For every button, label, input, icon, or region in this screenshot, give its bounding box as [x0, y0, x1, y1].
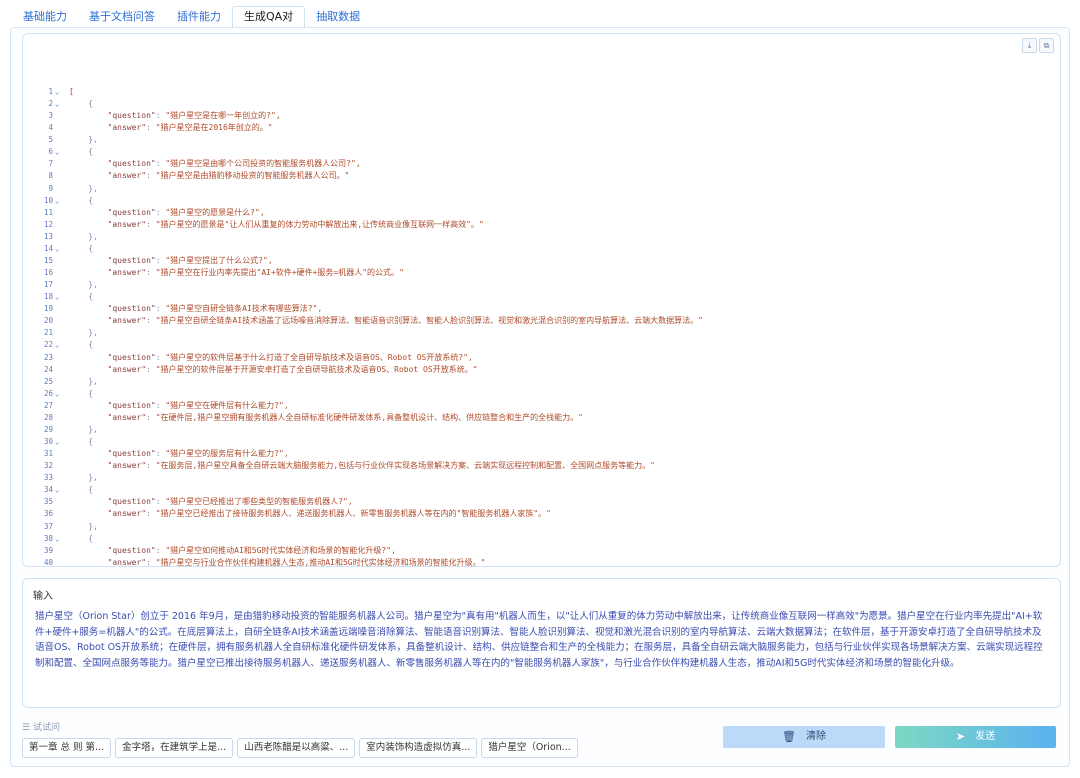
answer-value: 猎户星空是在2016年创立的。	[160, 123, 268, 133]
send-label: 发送	[975, 731, 996, 742]
question-value: 猎户星空的软件层基于什么打造了全自研导航技术及语音OS、Robot OS开放系统…	[170, 352, 464, 362]
send-icon: ➤	[955, 730, 966, 743]
line-number: 9	[48, 183, 53, 193]
line-number: 32	[43, 461, 53, 471]
line-number: 36	[43, 509, 53, 519]
line-number: 4	[48, 123, 53, 133]
line-number: 30	[43, 437, 53, 447]
answer-value: 猎户星空与行业合作伙伴构建机器人生态,推动AI和5G时代实体经济和场景的智能化升…	[160, 557, 481, 567]
fold-toggle-icon[interactable]: ⌄	[55, 484, 59, 496]
suggestion-chips: 第一章 总 则 第... 金字塔，在建筑学上是... 山西老陈醋是以高粱、... 室内…	[22, 738, 578, 758]
try-questions-label: ☰ 试试问	[22, 723, 60, 733]
question-value: 猎户星空的服务层有什么能力?	[170, 449, 279, 459]
answer-value: 猎户星空的软件层基于开源安卓打造了全自研导航技术及语音OS、Robot OS开放…	[160, 364, 473, 374]
line-number: 26	[43, 388, 53, 398]
line-number: 40	[43, 557, 53, 567]
line-number: 22	[43, 340, 53, 350]
question-value: 猎户星空提出了什么公式?	[170, 255, 263, 265]
tab-0[interactable]: 基础能力	[12, 6, 78, 28]
answer-value: 猎户星空在行业内率先提出"AI+软件+硬件+服务=机器人"的公式。	[160, 268, 400, 278]
fold-toggle-icon[interactable]: ⌄	[55, 195, 59, 207]
fold-toggle-icon[interactable]: ⌄	[55, 533, 59, 545]
line-number: 35	[43, 497, 53, 507]
answer-value: 猎户星空已经推出了接待服务机器人、递送服务机器人、新零售服务机器人等在内的"智能…	[160, 509, 547, 519]
fold-toggle-icon[interactable]: ⌄	[55, 339, 59, 351]
line-number: 33	[43, 473, 53, 483]
line-number: 28	[43, 412, 53, 422]
fold-toggle-icon[interactable]: ⌄	[55, 86, 59, 98]
fold-toggle-icon[interactable]: ⌄	[55, 243, 59, 255]
tab-bar: 基础能力 基于文档问答 插件能力 生成QA对 抽取数据	[12, 6, 371, 28]
question-value: 猎户星空自研全链条AI技术有哪些算法?	[170, 304, 313, 314]
line-number: 5	[48, 135, 53, 145]
answer-value: 猎户星空自研全链条AI技术涵盖了远场噪音消除算法、智能语音识别算法、智能人脸识别…	[160, 316, 699, 326]
line-number: 27	[43, 400, 53, 410]
line-number: 11	[43, 207, 53, 217]
fold-toggle-icon[interactable]: ⌄	[55, 291, 59, 303]
line-number: 19	[43, 304, 53, 314]
input-panel[interactable]: 输入 猎户星空（Orion Star）创立于 2016 年9月，是由猎豹移动投资…	[22, 578, 1061, 708]
copy-icon[interactable]: ⧉	[1039, 38, 1054, 53]
input-label: 输入	[33, 591, 53, 602]
line-number: 8	[48, 171, 53, 181]
question-value: 猎户星空是由哪个公司投资的智能服务机器人公司?	[170, 159, 351, 169]
line-number: 20	[43, 316, 53, 326]
try-label-text: 试试问	[32, 723, 60, 733]
fold-toggle-icon[interactable]: ⌄	[55, 146, 59, 158]
line-number: 13	[43, 231, 53, 241]
clear-button[interactable]: 🗑 清除	[723, 726, 885, 748]
tab-1[interactable]: 基于文档问答	[78, 6, 166, 28]
line-number: 16	[43, 268, 53, 278]
editor-toolbar: ⤓ ⧉	[1022, 38, 1054, 53]
line-number: 24	[43, 364, 53, 374]
answer-value: 在服务层,猎户星空具备全自研云端大脑服务能力,包括与行业伙伴实现各场景解决方案、…	[160, 461, 651, 471]
trash-icon: 🗑	[782, 730, 796, 743]
download-icon[interactable]: ⤓	[1022, 38, 1037, 53]
line-number: 17	[43, 280, 53, 290]
line-number: 1	[48, 87, 53, 96]
question-value: 猎户星空已经推出了哪些类型的智能服务机器人?	[170, 497, 343, 507]
fold-toggle-icon[interactable]: ⌄	[55, 388, 59, 400]
suggestion-chip[interactable]: 金字塔，在建筑学上是...	[115, 738, 234, 758]
suggestion-chip[interactable]: 山西老陈醋是以高粱、...	[237, 738, 356, 758]
line-number: 12	[43, 219, 53, 229]
line-number: 38	[43, 533, 53, 543]
line-number: 18	[43, 292, 53, 302]
line-number: 15	[43, 255, 53, 265]
tab-4[interactable]: 抽取数据	[305, 6, 371, 28]
line-number: 10	[43, 195, 53, 205]
line-number: 23	[43, 352, 53, 362]
line-number: 7	[48, 159, 53, 169]
question-value: 猎户星空在硬件层有什么能力?	[170, 400, 279, 410]
line-number: 29	[43, 424, 53, 434]
fold-toggle-icon[interactable]: ⌄	[55, 98, 59, 110]
clear-label: 清除	[805, 731, 826, 742]
line-number: 37	[43, 521, 53, 531]
answer-value: 在硬件层,猎户星空拥有服务机器人全自研标准化硬件研发体系,具备整机设计、结构、供…	[160, 412, 579, 422]
line-number: 25	[43, 376, 53, 386]
input-text[interactable]: 猎户星空（Orion Star）创立于 2016 年9月，是由猎豹移动投资的智能…	[35, 609, 1047, 671]
tab-2[interactable]: 插件能力	[166, 6, 232, 28]
answer-value: 猎户星空是由猎豹移动投资的智能服务机器人公司。	[160, 171, 345, 181]
suggestion-chip[interactable]: 第一章 总 则 第...	[22, 738, 112, 758]
line-number: 34	[43, 485, 53, 495]
fold-toggle-icon[interactable]: ⌄	[55, 436, 59, 448]
question-value: 猎户星空是在哪一年创立的?	[170, 111, 271, 121]
line-number: 39	[43, 545, 53, 555]
send-button[interactable]: ➤ 发送	[895, 726, 1056, 748]
line-number: 21	[43, 328, 53, 338]
question-value: 猎户星空的愿景是什么?	[170, 207, 255, 217]
suggestion-chip[interactable]: 室内装饰构造虚拟仿真...	[359, 738, 478, 758]
line-number: 14	[43, 243, 53, 253]
line-number: 6	[48, 147, 53, 157]
answer-value: 猎户星空的愿景是"让人们从重复的体力劳动中解放出来,让传统商业像互联网一样高效"…	[160, 219, 479, 229]
tab-3[interactable]: 生成QA对	[232, 6, 306, 28]
question-value: 猎户星空如何推动AI和5G时代实体经济和场景的智能化升级?	[170, 545, 387, 555]
line-number: 2	[48, 99, 53, 109]
code-editor[interactable]: ⤓ ⧉ 1 ⌄[2 ⌄ {3 "question": "猎户星空是在哪一年创立的?"…	[22, 33, 1061, 567]
line-number: 3	[48, 111, 53, 121]
line-number: 31	[43, 449, 53, 459]
suggestion-chip[interactable]: 猎户星空（Orion...	[481, 738, 578, 758]
